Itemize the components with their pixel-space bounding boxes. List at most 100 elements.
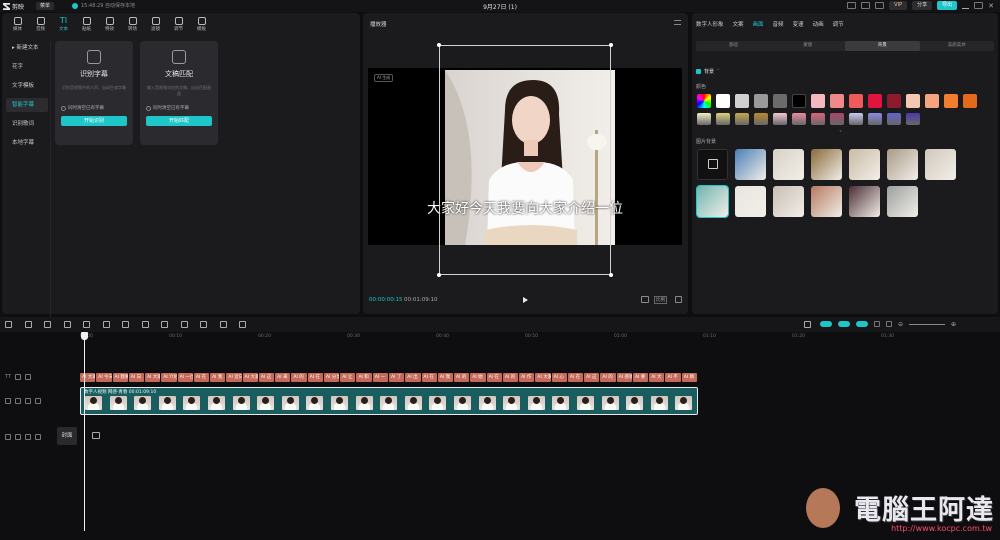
color-swatch[interactable]: [906, 94, 920, 108]
background-image-tile[interactable]: [887, 149, 918, 180]
toolbar-tab-4[interactable]: 特效: [98, 13, 121, 35]
color-swatch[interactable]: [735, 94, 749, 108]
sidebar-item-2[interactable]: 文字模板: [6, 79, 48, 93]
color-swatch[interactable]: [716, 94, 730, 108]
split-right-icon[interactable]: [102, 321, 110, 328]
color-swatch[interactable]: [868, 113, 882, 125]
minimize-icon[interactable]: [962, 3, 970, 9]
toolbar-tab-1[interactable]: 音频: [29, 13, 52, 35]
player-menu-icon[interactable]: [674, 20, 681, 25]
subtitle-clip[interactable]: AI 了: [389, 373, 405, 382]
vip-badge[interactable]: VIP: [889, 1, 908, 10]
subtitle-clip[interactable]: AI 精: [681, 373, 697, 382]
inspector-tab-3[interactable]: 音频: [773, 20, 784, 28]
subtitle-clip[interactable]: AI 作: [519, 373, 535, 382]
inspector-subtab-3[interactable]: 美颜美体: [920, 41, 995, 51]
inspector-tab-6[interactable]: 调节: [833, 20, 844, 28]
video-clip[interactable]: 数字人视频 网感·青春 00:01:09:10: [80, 387, 698, 415]
clear-existing-option[interactable]: 同时清空已有字幕: [61, 105, 127, 111]
maximize-icon[interactable]: [974, 2, 984, 9]
inspector-tab-2[interactable]: 画面: [753, 20, 764, 28]
color-swatch[interactable]: [716, 113, 730, 125]
color-swatch[interactable]: [868, 94, 882, 108]
settings-icon[interactable]: [875, 2, 885, 9]
color-swatch[interactable]: [830, 113, 844, 125]
start-match-button[interactable]: 开始匹配: [146, 116, 212, 126]
start-recognize-button[interactable]: 开始识别: [61, 116, 127, 126]
toolbar-tab-5[interactable]: 转场: [121, 13, 144, 35]
subtitle-clip[interactable]: AI 介绍: [161, 373, 177, 382]
subtitle-clip[interactable]: AI 近日: [226, 373, 242, 382]
subtitle-clip[interactable]: AI 的: [454, 373, 470, 382]
toolbar-tab-8[interactable]: 模板: [190, 13, 213, 35]
background-image-tile[interactable]: [773, 149, 804, 180]
eye-icon[interactable]: [25, 398, 31, 404]
subtitle-clip[interactable]: AI 心: [551, 373, 567, 382]
color-swatch[interactable]: [944, 94, 958, 108]
subtitle-clip[interactable]: AI 在: [486, 373, 502, 382]
toolbar-tab-0[interactable]: 媒体: [6, 13, 29, 35]
main-track-placeholder-icon[interactable]: [92, 432, 100, 439]
fullscreen-icon[interactable]: [641, 296, 649, 303]
zoom-out-icon[interactable]: ⊖: [898, 321, 903, 328]
microphone-icon[interactable]: [804, 321, 811, 328]
resize-handle[interactable]: [609, 273, 613, 277]
subtitle-clip[interactable]: AI 的: [600, 373, 616, 382]
picture-in-picture-icon[interactable]: [239, 321, 246, 328]
subtitle-clip[interactable]: AI 的: [291, 373, 307, 382]
subtitle-clip[interactable]: AI 我要: [112, 373, 128, 382]
background-image-tile[interactable]: [773, 186, 804, 217]
subtitle-clip[interactable]: AI 一位: [177, 373, 193, 382]
color-swatch[interactable]: [697, 113, 711, 125]
subtitle-clip[interactable]: AI 感谢: [616, 373, 632, 382]
zoom-slider[interactable]: [909, 324, 946, 325]
subtitle-clip[interactable]: AI 大家: [145, 373, 161, 382]
subtitle-clip[interactable]: AI 大家: [242, 373, 258, 382]
color-swatch[interactable]: [735, 113, 749, 125]
layout-icon[interactable]: [861, 2, 871, 9]
subtitle-clip[interactable]: AI 大家: [80, 373, 96, 382]
lock-icon[interactable]: [15, 398, 21, 404]
color-swatch[interactable]: [849, 94, 863, 108]
subtitle-clip[interactable]: AI 她: [470, 373, 486, 382]
checkbox-icon[interactable]: [696, 69, 701, 74]
sidebar-item-3[interactable]: 智能字幕: [6, 98, 48, 112]
subtitle-clip[interactable]: AI 在: [193, 373, 210, 382]
sidebar-item-0[interactable]: ▸ 新建文本: [6, 41, 48, 55]
background-image-tile[interactable]: [811, 186, 842, 217]
lock-icon[interactable]: [15, 374, 22, 380]
subtitle-clip[interactable]: AI 今天: [96, 373, 112, 382]
selection-box[interactable]: [439, 45, 611, 275]
background-image-tile[interactable]: [811, 149, 842, 180]
link-toggle-icon[interactable]: [820, 321, 832, 327]
subtitle-clip[interactable]: AI 分享: [323, 373, 340, 382]
crop-icon[interactable]: [219, 321, 227, 328]
sidebar-item-5[interactable]: 本地字幕: [6, 136, 48, 150]
color-swatch[interactable]: [887, 113, 901, 125]
mute-icon[interactable]: [35, 434, 41, 440]
freeze-icon[interactable]: [141, 321, 149, 328]
subtitle-clip[interactable]: AI 在: [567, 373, 584, 382]
split-icon[interactable]: [874, 321, 880, 327]
subtitle-clip[interactable]: AI 这: [258, 373, 275, 382]
background-image-tile[interactable]: [925, 149, 956, 180]
reverse-icon[interactable]: [161, 321, 168, 328]
background-image-tile[interactable]: [696, 185, 729, 218]
split-left-icon[interactable]: [83, 321, 90, 328]
subtitle-clip[interactable]: AI 一: [372, 373, 388, 382]
select-icon[interactable]: [5, 321, 12, 328]
lock-icon[interactable]: [15, 434, 21, 440]
inspector-tab-5[interactable]: 动画: [813, 20, 824, 28]
aspect-ratio-button[interactable]: 比例: [654, 296, 667, 304]
inspector-tab-4[interactable]: 变速: [793, 20, 804, 28]
inspector-subtab-2[interactable]: 背景: [845, 41, 920, 51]
keyboard-shortcut-icon[interactable]: [847, 2, 857, 9]
subtitle-clip[interactable]: AI 在: [307, 373, 323, 382]
share-button[interactable]: 分享: [912, 1, 933, 10]
subtitle-clip[interactable]: AI 让: [340, 373, 356, 382]
rotate-icon[interactable]: [200, 321, 207, 328]
subtitle-clip[interactable]: AI 大: [649, 373, 665, 382]
expand-icon[interactable]: [675, 296, 682, 303]
color-swatch[interactable]: [849, 113, 863, 125]
color-swatch[interactable]: [754, 113, 768, 125]
